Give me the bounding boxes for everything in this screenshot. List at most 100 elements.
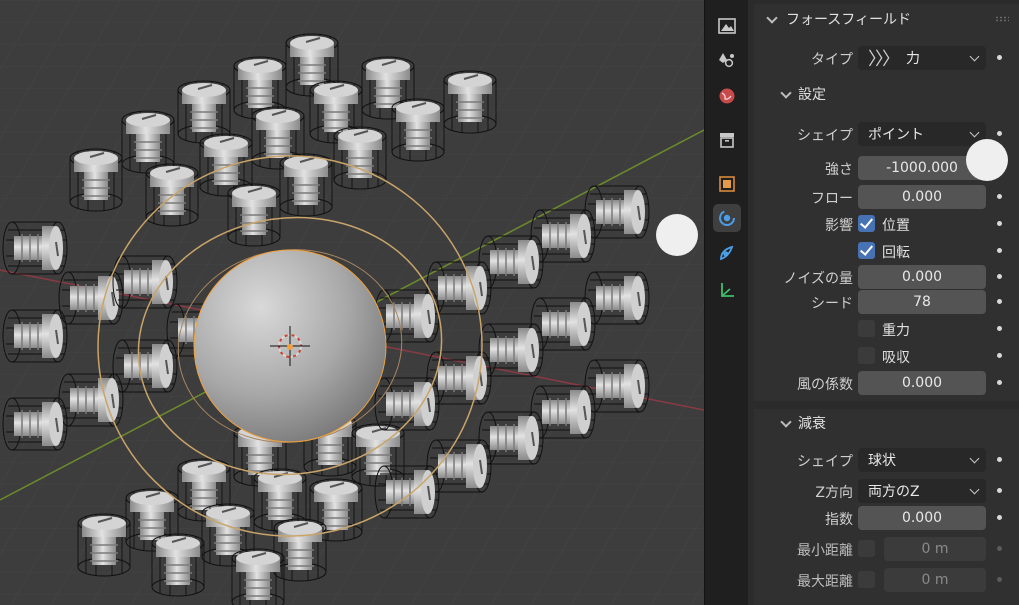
chevron-down-icon (969, 51, 980, 62)
particles-icon (720, 245, 734, 261)
collection-tab[interactable] (713, 126, 741, 154)
affect-location-row: 影響 位置 (754, 212, 1019, 236)
falloff-shape-value: 球状 (868, 453, 896, 469)
chevron-down-icon (766, 11, 778, 24)
absorption-checkbox[interactable] (858, 347, 875, 364)
keyframe-dot[interactable] (997, 194, 1002, 199)
min-distance-field[interactable]: 0 m (884, 537, 986, 561)
z-direction-dropdown[interactable]: 両方のZ (858, 479, 986, 503)
power-field[interactable]: 0.000 (858, 506, 986, 530)
gravity-row: 重力 (754, 317, 1019, 341)
type-dropdown[interactable]: 〉〉〉 力 (858, 46, 986, 70)
flow-label: フロー (811, 191, 853, 207)
constraints-icon (721, 283, 734, 297)
noise-label: ノイズの量 (783, 271, 853, 287)
subpanel-separator (754, 401, 1019, 409)
scene-tab[interactable] (713, 46, 741, 74)
keyframe-dot[interactable] (997, 55, 1002, 60)
min-distance-checkbox[interactable] (858, 540, 875, 557)
affect-rotation-row: 回転 (754, 239, 1019, 263)
keyframe-dot[interactable] (997, 488, 1002, 493)
z-direction-value: 両方のZ (868, 484, 920, 500)
falloff-shape-row: シェイプ 球状 (754, 448, 1019, 472)
strength-label: 強さ (825, 162, 853, 178)
max-distance-field[interactable]: 0 m (884, 568, 986, 592)
keyframe-dot[interactable] (997, 515, 1002, 520)
min-distance-row: 最小距離 0 m (754, 537, 1019, 561)
keyframe-dot[interactable] (997, 353, 1002, 358)
wind-field[interactable]: 0.000 (858, 371, 986, 395)
scene-icon (719, 53, 734, 68)
keyframe-dot[interactable] (997, 380, 1002, 385)
keyframe-dot[interactable] (997, 299, 1002, 304)
physics-icon (719, 210, 735, 226)
wind-row: 風の係数 0.000 (754, 371, 1019, 395)
highlight-marker (656, 214, 698, 256)
noise-field[interactable]: 0.000 (858, 265, 986, 289)
seed-field[interactable]: 78 (858, 290, 986, 314)
keyframe-dot[interactable] (997, 546, 1002, 551)
affect-location-label: 位置 (882, 218, 910, 234)
flow-row: フロー 0.000 (754, 185, 1019, 209)
properties-panel: フォースフィールド タイプ 〉〉〉 力 設定 シェイプ ポイント 強さ -100… (748, 0, 1019, 605)
object-icon (719, 176, 735, 192)
render-icon (718, 18, 736, 34)
affect-label: 影響 (825, 218, 853, 234)
keyframe-dot[interactable] (997, 131, 1002, 136)
type-row: タイプ 〉〉〉 力 (754, 46, 1019, 70)
shape-label: シェイプ (797, 128, 853, 144)
3d-viewport[interactable] (0, 0, 704, 605)
keyframe-dot[interactable] (997, 326, 1002, 331)
wind-label: 風の係数 (797, 377, 853, 393)
falloff-shape-label: シェイプ (797, 454, 853, 470)
settings-title: 設定 (798, 87, 826, 103)
max-distance-checkbox[interactable] (858, 571, 875, 588)
drag-handle-icon[interactable] (995, 16, 1009, 22)
settings-subpanel-header[interactable]: 設定 (754, 80, 1019, 108)
z-direction-row: Z方向 両方のZ (754, 479, 1019, 503)
keyframe-dot[interactable] (997, 248, 1002, 253)
affect-rotation-label: 回転 (882, 245, 910, 261)
constraints-tab[interactable] (713, 276, 741, 304)
power-row: 指数 0.000 (754, 506, 1019, 530)
flow-field[interactable]: 0.000 (858, 185, 986, 209)
min-distance-label: 最小距離 (797, 543, 853, 559)
highlight-marker (966, 139, 1008, 181)
chevron-down-icon (969, 453, 980, 464)
shape-dropdown[interactable]: ポイント (858, 122, 986, 146)
z-direction-label: Z方向 (815, 485, 853, 501)
type-label: タイプ (811, 52, 853, 68)
keyframe-dot[interactable] (997, 274, 1002, 279)
noise-row: ノイズの量 0.000 (754, 265, 1019, 289)
type-value: 力 (906, 51, 920, 67)
gravity-label: 重力 (882, 323, 910, 339)
chevron-down-icon (780, 86, 792, 99)
viewport-scene (0, 0, 704, 605)
max-distance-row: 最大距離 0 m (754, 568, 1019, 592)
affect-rotation-checkbox[interactable] (858, 242, 875, 259)
chevron-down-icon (969, 484, 980, 495)
chevron-down-icon (780, 415, 792, 428)
max-distance-label: 最大距離 (797, 574, 853, 590)
falloff-title: 減衰 (798, 416, 826, 432)
falloff-subpanel-header[interactable]: 減衰 (754, 409, 1019, 437)
absorption-label: 吸収 (882, 350, 910, 366)
affect-location-checkbox[interactable] (858, 215, 875, 232)
seed-row: シード 78 (754, 290, 1019, 314)
keyframe-dot[interactable] (997, 577, 1002, 582)
force-field-header[interactable]: フォースフィールド (754, 4, 1019, 34)
gravity-checkbox[interactable] (858, 320, 875, 337)
power-label: 指数 (825, 512, 853, 528)
force-icon: 〉〉〉 (868, 49, 900, 70)
seed-label: シード (811, 296, 853, 312)
keyframe-dot[interactable] (997, 221, 1002, 226)
world-tab[interactable] (713, 82, 741, 110)
absorption-row: 吸収 (754, 344, 1019, 368)
render-tab[interactable] (713, 12, 741, 40)
physics-tab[interactable] (713, 204, 741, 232)
particles-tab[interactable] (713, 240, 741, 268)
object-tab[interactable] (713, 170, 741, 198)
force-field-panel: フォースフィールド タイプ 〉〉〉 力 設定 シェイプ ポイント 強さ -100… (754, 4, 1019, 605)
falloff-shape-dropdown[interactable]: 球状 (858, 448, 986, 472)
keyframe-dot[interactable] (997, 457, 1002, 462)
